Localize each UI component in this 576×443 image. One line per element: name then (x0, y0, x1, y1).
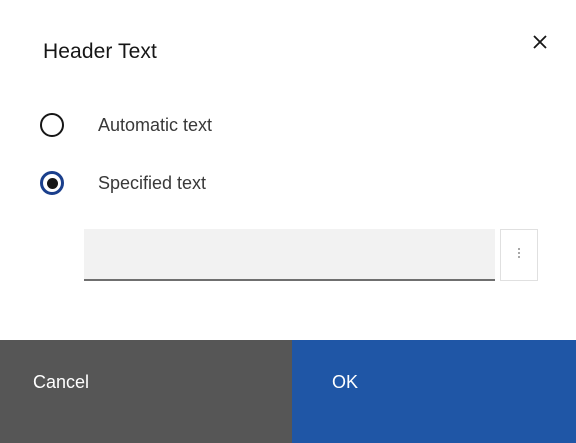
ok-button[interactable]: OK (292, 340, 576, 443)
radio-label-specified: Specified text (98, 172, 207, 193)
specified-text-input[interactable] (84, 229, 495, 281)
dialog-title: Header Text (43, 40, 157, 63)
cancel-button[interactable]: Cancel (0, 340, 292, 443)
radio-dot (46, 177, 58, 189)
overflow-menu-vertical-icon (517, 246, 521, 264)
radio-button-checked[interactable] (40, 171, 64, 195)
radio-label-automatic: Automatic text (98, 114, 213, 135)
radio-specified-text[interactable]: Specified text (40, 171, 206, 195)
radio-automatic-text[interactable]: Automatic text (40, 113, 212, 137)
close-icon (532, 34, 548, 55)
radio-button-unchecked[interactable] (40, 113, 64, 137)
close-button[interactable] (526, 30, 554, 58)
dialog-footer: Cancel OK (0, 340, 576, 443)
more-options-button[interactable] (500, 229, 538, 281)
header-text-dialog: Header Text Automatic text Specified tex… (0, 0, 576, 443)
